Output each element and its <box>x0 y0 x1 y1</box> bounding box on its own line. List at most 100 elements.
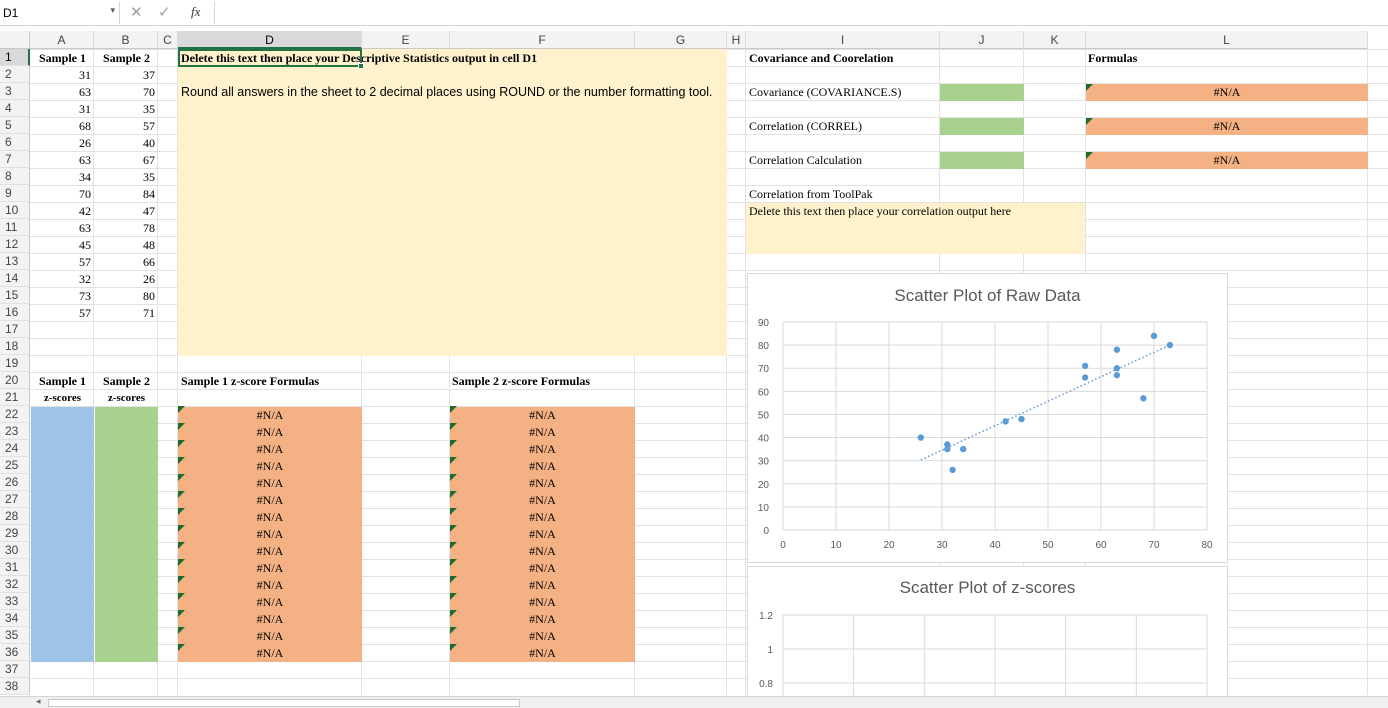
covariance-input[interactable] <box>940 84 1024 101</box>
sample1-zscore-formula[interactable]: #N/A <box>178 594 362 611</box>
row-header-31[interactable]: 31 <box>0 559 30 576</box>
row-header-2[interactable]: 2 <box>0 66 30 83</box>
row-header-12[interactable]: 12 <box>0 236 30 253</box>
row-header-4[interactable]: 4 <box>0 100 30 117</box>
sample2-zscore-formula[interactable]: #N/A <box>450 509 635 526</box>
row-header-10[interactable]: 10 <box>0 202 30 219</box>
column-header-d[interactable]: D <box>178 31 362 49</box>
sample1-zscore-formula[interactable]: #N/A <box>178 424 362 441</box>
sample2-zscore-formula[interactable]: #N/A <box>450 492 635 509</box>
zscore-header-sample2[interactable]: Sample 2 <box>95 373 158 390</box>
row-header-34[interactable]: 34 <box>0 610 30 627</box>
row-header-20[interactable]: 20 <box>0 372 30 389</box>
sample1-zscore-range[interactable] <box>31 407 94 662</box>
column-header-f[interactable]: F <box>450 31 635 49</box>
scroll-thumb[interactable] <box>48 699 520 707</box>
sample2-value[interactable]: 84 <box>95 186 158 203</box>
sample1-value[interactable]: 63 <box>31 152 94 169</box>
sample1-value[interactable]: 31 <box>31 67 94 84</box>
row-header-38[interactable]: 38 <box>0 678 30 695</box>
column-header-a[interactable]: A <box>30 31 94 49</box>
row-header-5[interactable]: 5 <box>0 117 30 134</box>
column-header-i[interactable]: I <box>746 31 940 49</box>
row-header-37[interactable]: 37 <box>0 661 30 678</box>
sample2-value[interactable]: 80 <box>95 288 158 305</box>
function-icon[interactable]: fx <box>191 4 200 20</box>
sample2-value[interactable]: 26 <box>95 271 158 288</box>
row-header-21[interactable]: 21 <box>0 389 30 406</box>
row-header-36[interactable]: 36 <box>0 644 30 661</box>
row-header-8[interactable]: 8 <box>0 168 30 185</box>
sample2-value[interactable]: 35 <box>95 169 158 186</box>
row-header-28[interactable]: 28 <box>0 508 30 525</box>
sample1-value[interactable]: 34 <box>31 169 94 186</box>
sample1-value[interactable]: 63 <box>31 220 94 237</box>
calc-label[interactable]: Correlation Calculation <box>749 152 862 169</box>
row-header-11[interactable]: 11 <box>0 219 30 236</box>
sample1-value[interactable]: 32 <box>31 271 94 288</box>
corr-calc-input[interactable] <box>940 152 1024 169</box>
zscore-subheader-sample2[interactable]: z-scores <box>95 390 158 407</box>
sample2-value[interactable]: 57 <box>95 118 158 135</box>
sample1-value[interactable]: 45 <box>31 237 94 254</box>
sample1-zscore-formula[interactable]: #N/A <box>178 543 362 560</box>
sample2-value[interactable]: 67 <box>95 152 158 169</box>
fill-handle[interactable] <box>358 63 364 69</box>
row-header-27[interactable]: 27 <box>0 491 30 508</box>
row-header-26[interactable]: 26 <box>0 474 30 491</box>
chart-raw-data[interactable]: Scatter Plot of Raw Data 0 10 20 30 40 50 60 70… <box>747 273 1228 563</box>
sample2-value[interactable]: 35 <box>95 101 158 118</box>
sample1-value[interactable]: 68 <box>31 118 94 135</box>
row-header-17[interactable]: 17 <box>0 321 30 338</box>
sample1-zscore-formula[interactable]: #N/A <box>178 492 362 509</box>
sample2-zscore-formula[interactable]: #N/A <box>450 543 635 560</box>
row-header-23[interactable]: 23 <box>0 423 30 440</box>
sample1-zscore-formula[interactable]: #N/A <box>178 611 362 628</box>
sample1-value[interactable]: 70 <box>31 186 94 203</box>
sample2-zscore-range[interactable] <box>95 407 158 662</box>
row-header-15[interactable]: 15 <box>0 287 30 304</box>
row-header-9[interactable]: 9 <box>0 185 30 202</box>
sample1-zscore-formula[interactable]: #N/A <box>178 628 362 645</box>
row-header-13[interactable]: 13 <box>0 253 30 270</box>
header-sample1[interactable]: Sample 1 <box>31 50 94 67</box>
name-box[interactable]: D1 ▾ <box>0 2 120 24</box>
formulas-title[interactable]: Formulas <box>1088 50 1137 67</box>
correl-label[interactable]: Correlation (CORREL) <box>749 118 862 135</box>
sample1-value[interactable]: 42 <box>31 203 94 220</box>
sample1-zscore-formula[interactable]: #N/A <box>178 645 362 662</box>
sample2-value[interactable]: 66 <box>95 254 158 271</box>
row-header-30[interactable]: 30 <box>0 542 30 559</box>
row-header-6[interactable]: 6 <box>0 134 30 151</box>
row-header-19[interactable]: 19 <box>0 355 30 372</box>
sample1-value[interactable]: 57 <box>31 305 94 322</box>
sample2-value[interactable]: 37 <box>95 67 158 84</box>
cov-label[interactable]: Covariance (COVARIANCE.S) <box>749 84 901 101</box>
sample2-zscore-formula[interactable]: #N/A <box>450 645 635 662</box>
select-all-corner[interactable] <box>0 31 30 49</box>
sample1-zscore-formula[interactable]: #N/A <box>178 509 362 526</box>
chevron-down-icon[interactable]: ▾ <box>110 5 115 16</box>
instruction-d3[interactable]: Round all answers in the sheet to 2 deci… <box>181 84 713 101</box>
toolpak-placeholder[interactable]: Delete this text then place your correla… <box>749 203 1011 220</box>
correl-input[interactable] <box>940 118 1024 135</box>
column-header-j[interactable]: J <box>940 31 1024 49</box>
row-header-25[interactable]: 25 <box>0 457 30 474</box>
zscore-subheader-sample1[interactable]: z-scores <box>31 390 94 407</box>
scroll-left-icon[interactable]: ◂ <box>36 697 41 707</box>
row-header-29[interactable]: 29 <box>0 525 30 542</box>
column-header-h[interactable]: H <box>727 31 746 49</box>
sample2-zscore-formula[interactable]: #N/A <box>450 577 635 594</box>
row-header-14[interactable]: 14 <box>0 270 30 287</box>
sample2-value[interactable]: 70 <box>95 84 158 101</box>
row-header-1[interactable]: 1 <box>0 49 30 66</box>
cancel-icon[interactable]: ✕ <box>130 3 143 21</box>
sample1-formulas-header[interactable]: Sample 1 z-score Formulas <box>181 373 319 390</box>
header-sample2[interactable]: Sample 2 <box>95 50 158 67</box>
sample2-zscore-formula[interactable]: #N/A <box>450 611 635 628</box>
sample1-zscore-formula[interactable]: #N/A <box>178 441 362 458</box>
toolpak-label[interactable]: Correlation from ToolPak <box>749 186 873 203</box>
formula-input[interactable] <box>218 4 1378 22</box>
row-header-32[interactable]: 32 <box>0 576 30 593</box>
sample2-value[interactable]: 71 <box>95 305 158 322</box>
